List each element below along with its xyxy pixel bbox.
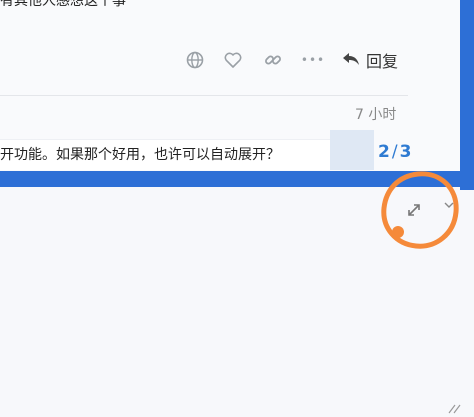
post-counter-separator: /: [391, 142, 398, 162]
divider: [0, 95, 408, 96]
post-actions: ••• 回复: [180, 45, 410, 75]
post-area: 有其他人感想这个事 ••• 回复 7 小时 开功能。如果那个好用，也许可以自动展…: [0, 0, 474, 175]
reply-button[interactable]: 回复: [342, 45, 398, 75]
annotation-circle: [381, 171, 459, 249]
heart-icon[interactable]: [220, 45, 246, 75]
link-icon[interactable]: [260, 45, 286, 75]
post-counter-total: 3: [399, 142, 412, 162]
post-counter-current: 2: [378, 142, 390, 162]
post-counter: 2/3: [378, 142, 411, 162]
timeline-scroller-handle[interactable]: [330, 130, 374, 170]
window-frame-right: [460, 0, 474, 190]
post-snippet: 有其他人感想这个事: [0, 0, 126, 9]
globe-icon[interactable]: [182, 45, 208, 75]
timestamp: 7 小时: [355, 107, 397, 123]
preview-text: 开功能。如果那个好用，也许可以自动展开？: [0, 147, 280, 163]
resize-grip-icon[interactable]: [445, 402, 463, 414]
reply-icon: [342, 50, 360, 71]
more-icon[interactable]: •••: [300, 45, 326, 75]
reply-label: 回复: [366, 52, 399, 71]
